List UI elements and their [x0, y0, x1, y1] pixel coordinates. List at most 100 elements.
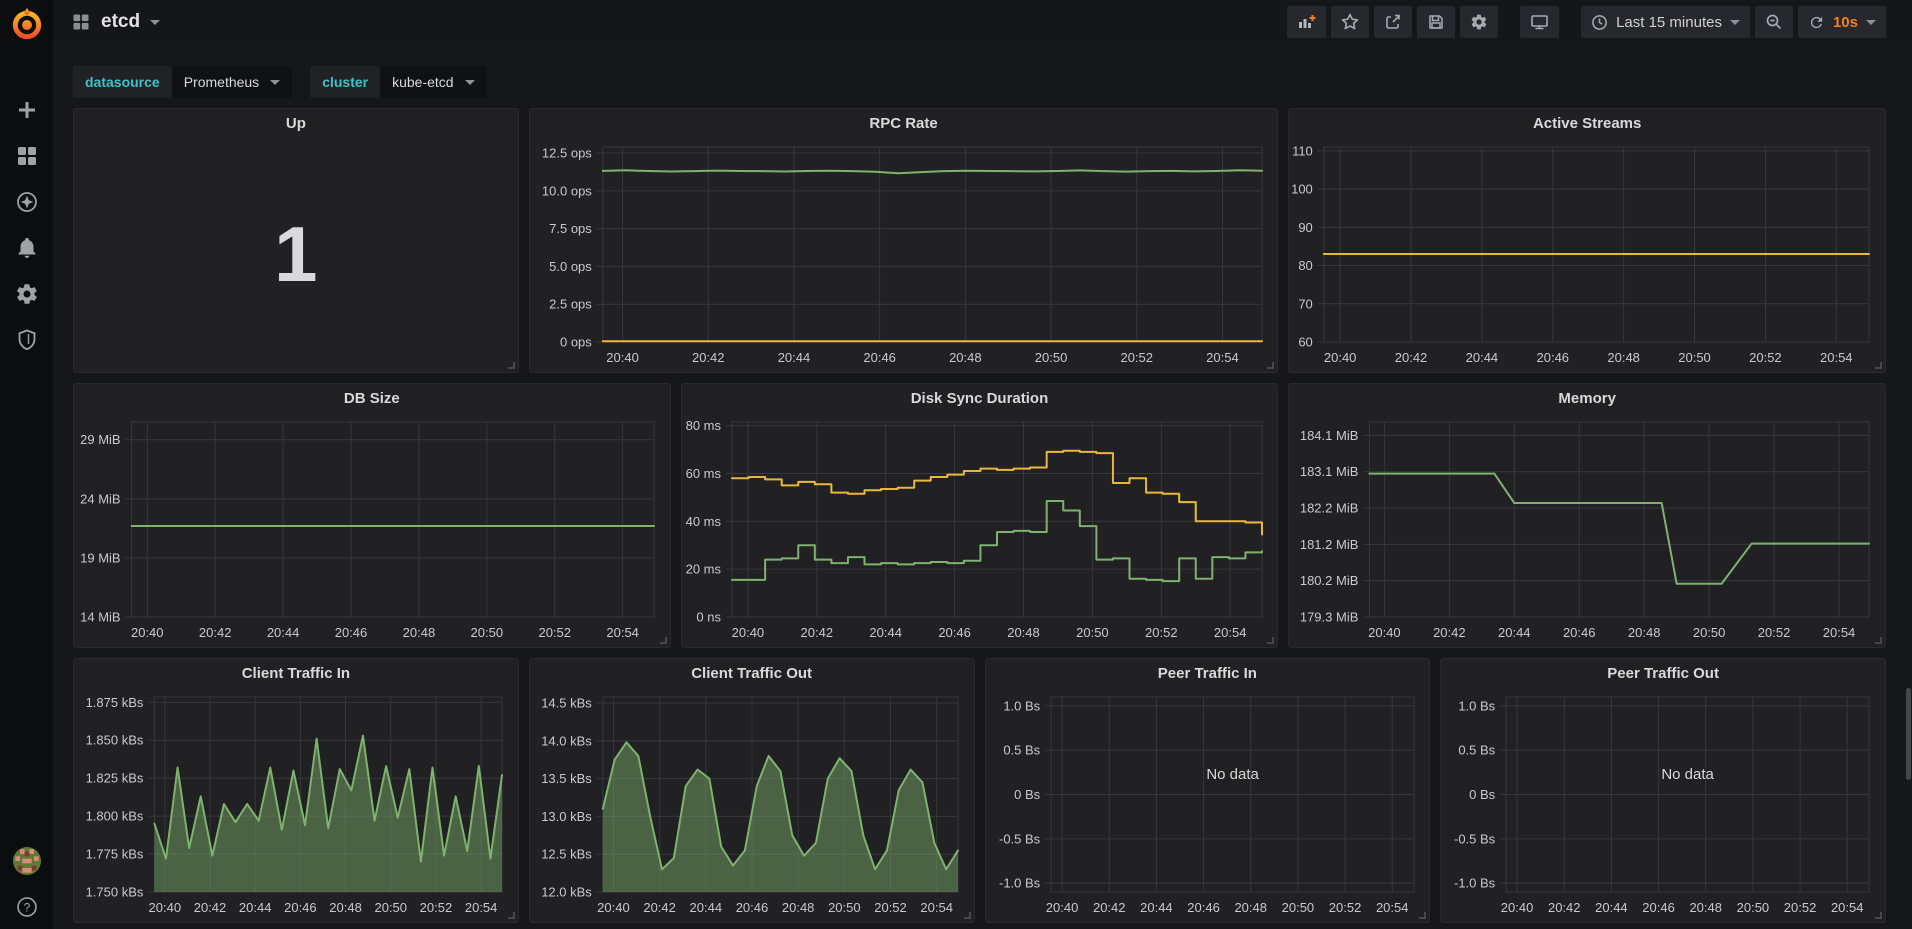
- create-icon[interactable]: [15, 98, 39, 122]
- svg-text:180.2 MiB: 180.2 MiB: [1300, 573, 1359, 588]
- dashboards-icon[interactable]: [15, 144, 39, 168]
- chart-svg[interactable]: 0 ops2.5 ops5.0 ops7.5 ops10.0 ops12.5 o…: [530, 137, 1278, 372]
- chart-svg[interactable]: 14 MiB19 MiB24 MiB29 MiB20:4020:4220:442…: [74, 412, 670, 647]
- panel-resize-handle[interactable]: [508, 912, 515, 919]
- panel-resize-handle[interactable]: [1875, 637, 1882, 644]
- svg-text:20:44: 20:44: [1466, 350, 1499, 365]
- variable-value-dropdown[interactable]: Prometheus: [172, 66, 292, 98]
- server-admin-icon[interactable]: [15, 328, 39, 352]
- svg-text:13.5 kBs: 13.5 kBs: [541, 771, 592, 786]
- panel-peer-traffic-out: Peer Traffic Out-1.0 Bs-0.5 Bs0 Bs0.5 Bs…: [1440, 658, 1886, 923]
- svg-text:60: 60: [1299, 335, 1313, 350]
- svg-text:20:50: 20:50: [1693, 625, 1726, 640]
- grafana-logo[interactable]: [10, 8, 44, 42]
- dashboard-grid: Up1RPC Rate0 ops2.5 ops5.0 ops7.5 ops10.…: [73, 108, 1886, 923]
- panel-memory: Memory179.3 MiB180.2 MiB181.2 MiB182.2 M…: [1288, 383, 1886, 648]
- panel-title[interactable]: Disk Sync Duration: [682, 384, 1278, 412]
- svg-text:20:40: 20:40: [1501, 900, 1534, 915]
- variable-value-dropdown[interactable]: kube-etcd: [380, 66, 486, 98]
- svg-text:24 MiB: 24 MiB: [80, 491, 120, 506]
- svg-text:20:52: 20:52: [1758, 625, 1791, 640]
- refresh-button[interactable]: 10s: [1798, 6, 1886, 38]
- svg-text:20:42: 20:42: [1548, 900, 1581, 915]
- share-button[interactable]: [1374, 6, 1412, 38]
- chart-svg[interactable]: 12.0 kBs12.5 kBs13.0 kBs13.5 kBs14.0 kBs…: [530, 687, 974, 922]
- svg-text:10.0 ops: 10.0 ops: [542, 183, 592, 198]
- add-panel-button[interactable]: [1287, 6, 1326, 38]
- svg-text:20:50: 20:50: [828, 900, 861, 915]
- svg-text:20:46: 20:46: [1563, 625, 1596, 640]
- cycle-view-button[interactable]: [1520, 6, 1559, 38]
- panel-resize-handle[interactable]: [1267, 362, 1274, 369]
- svg-text:20:40: 20:40: [1368, 625, 1401, 640]
- star-button[interactable]: [1331, 6, 1369, 38]
- svg-text:20:52: 20:52: [1328, 900, 1361, 915]
- svg-text:19 MiB: 19 MiB: [80, 550, 120, 565]
- panel-resize-handle[interactable]: [1267, 637, 1274, 644]
- configuration-icon[interactable]: [15, 282, 39, 306]
- time-range-picker[interactable]: Last 15 minutes: [1581, 6, 1750, 38]
- chart-svg[interactable]: 0 ns20 ms40 ms60 ms80 ms20:4020:4220:442…: [682, 412, 1278, 647]
- svg-text:5.0 ops: 5.0 ops: [549, 259, 592, 274]
- panel-resize-handle[interactable]: [1419, 912, 1426, 919]
- svg-text:20:42: 20:42: [1433, 625, 1466, 640]
- svg-text:20:48: 20:48: [1007, 625, 1040, 640]
- panel-resize-handle[interactable]: [660, 637, 667, 644]
- svg-text:20:54: 20:54: [1214, 625, 1247, 640]
- save-button[interactable]: [1417, 6, 1455, 38]
- panel-title[interactable]: Client Traffic Out: [530, 659, 974, 687]
- svg-text:20:44: 20:44: [1140, 900, 1173, 915]
- svg-text:0.5 Bs: 0.5 Bs: [1459, 743, 1496, 758]
- panel-title[interactable]: Memory: [1289, 384, 1885, 412]
- svg-text:179.3 MiB: 179.3 MiB: [1300, 610, 1359, 625]
- svg-text:60 ms: 60 ms: [685, 466, 721, 481]
- chart-svg[interactable]: -1.0 Bs-0.5 Bs0 Bs0.5 Bs1.0 Bs20:4020:42…: [1441, 687, 1885, 922]
- chart-area: 179.3 MiB180.2 MiB181.2 MiB182.2 MiB183.…: [1289, 412, 1885, 647]
- zoom-out-button[interactable]: [1755, 6, 1793, 38]
- svg-text:0 ops: 0 ops: [560, 335, 592, 350]
- breadcrumb: etcd: [71, 11, 160, 33]
- svg-text:20:40: 20:40: [597, 900, 630, 915]
- panel-title[interactable]: Peer Traffic In: [986, 659, 1430, 687]
- svg-text:?: ?: [23, 901, 30, 915]
- panel-resize-handle[interactable]: [964, 912, 971, 919]
- svg-text:20:44: 20:44: [239, 900, 272, 915]
- svg-text:1.800 kBs: 1.800 kBs: [86, 809, 144, 824]
- chart-area: 6070809010011020:4020:4220:4420:4620:482…: [1289, 137, 1885, 372]
- chart-svg[interactable]: 179.3 MiB180.2 MiB181.2 MiB182.2 MiB183.…: [1289, 412, 1885, 647]
- settings-button[interactable]: [1460, 6, 1498, 38]
- variable-label: datasource: [73, 66, 172, 98]
- panel-resize-handle[interactable]: [1875, 362, 1882, 369]
- chart-svg[interactable]: 6070809010011020:4020:4220:4420:4620:482…: [1289, 137, 1885, 372]
- explore-icon[interactable]: [15, 190, 39, 214]
- panel-title[interactable]: Client Traffic In: [74, 659, 518, 687]
- panel-client-traffic-in: Client Traffic In1.750 kBs1.775 kBs1.800…: [73, 658, 519, 923]
- chart-svg[interactable]: 1.750 kBs1.775 kBs1.800 kBs1.825 kBs1.85…: [74, 687, 518, 922]
- svg-text:90: 90: [1299, 220, 1313, 235]
- panel-title[interactable]: Active Streams: [1289, 109, 1885, 137]
- svg-text:20:42: 20:42: [1395, 350, 1428, 365]
- alerting-icon[interactable]: [15, 236, 39, 260]
- chart-svg[interactable]: -1.0 Bs-0.5 Bs0 Bs0.5 Bs1.0 Bs20:4020:42…: [986, 687, 1430, 922]
- svg-text:20:40: 20:40: [131, 625, 164, 640]
- svg-text:20:40: 20:40: [1045, 900, 1078, 915]
- svg-text:12.5 ops: 12.5 ops: [542, 146, 592, 161]
- dashboard-title[interactable]: etcd: [101, 11, 140, 33]
- svg-text:1.775 kBs: 1.775 kBs: [86, 847, 144, 862]
- svg-text:20:52: 20:52: [538, 625, 571, 640]
- variable-datasource: datasource Prometheus: [73, 66, 292, 98]
- help-icon[interactable]: ?: [15, 895, 39, 919]
- svg-text:20:52: 20:52: [874, 900, 907, 915]
- svg-text:20:46: 20:46: [284, 900, 317, 915]
- svg-text:0 Bs: 0 Bs: [1469, 787, 1496, 802]
- panel-resize-handle[interactable]: [508, 362, 515, 369]
- panel-title[interactable]: RPC Rate: [530, 109, 1278, 137]
- scrollbar-thumb[interactable]: [1906, 688, 1911, 780]
- svg-text:-0.5 Bs: -0.5 Bs: [999, 831, 1041, 846]
- panel-resize-handle[interactable]: [1875, 912, 1882, 919]
- panel-title[interactable]: Up: [74, 109, 518, 137]
- user-avatar[interactable]: [13, 847, 41, 875]
- panel-title[interactable]: Peer Traffic Out: [1441, 659, 1885, 687]
- svg-text:14.5 kBs: 14.5 kBs: [541, 696, 592, 711]
- panel-title[interactable]: DB Size: [74, 384, 670, 412]
